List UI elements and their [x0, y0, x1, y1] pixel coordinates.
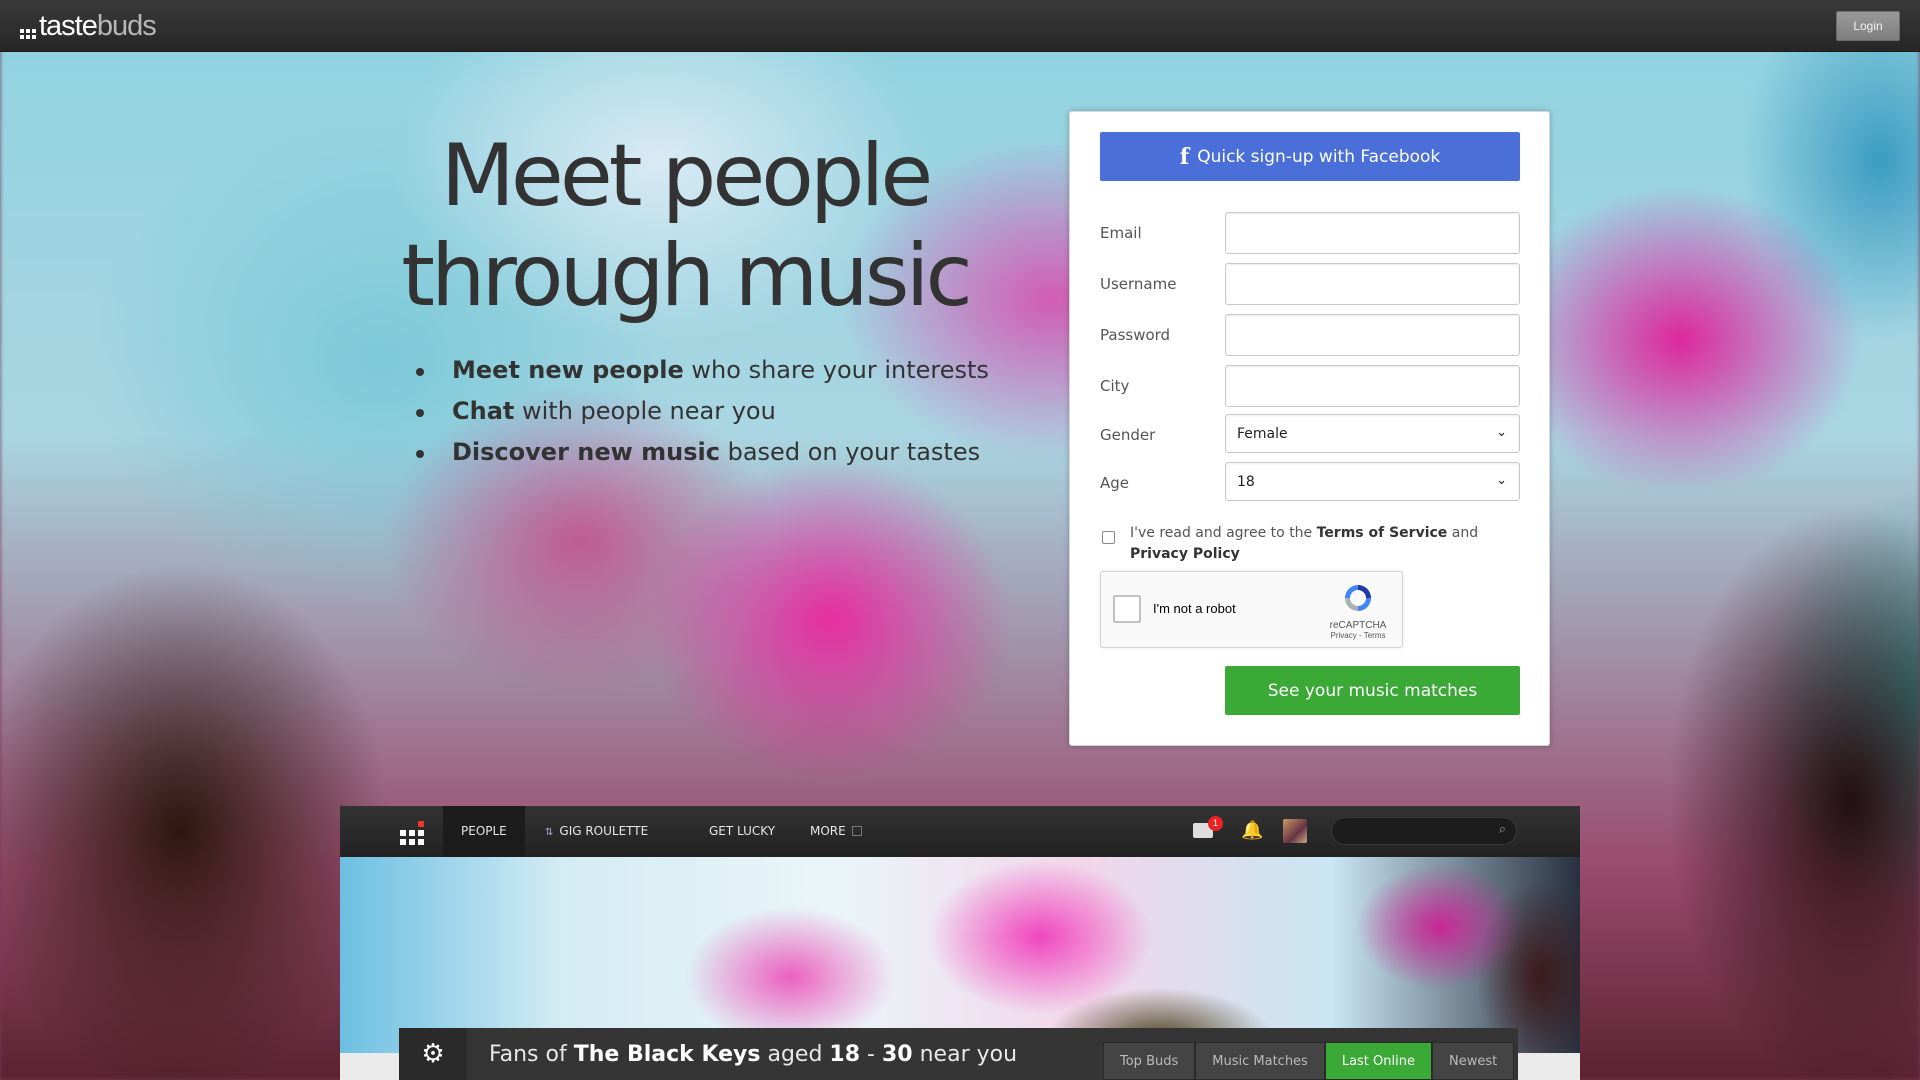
feature-item: Chat with people near you [416, 391, 989, 432]
terms-of-service-link[interactable]: Terms of Service [1317, 525, 1448, 541]
gender-select[interactable]: Female ⌄ [1225, 414, 1520, 453]
age-row: Age 18 ⌄ [1100, 462, 1520, 504]
chevron-down-icon: ⌄ [1496, 473, 1507, 488]
password-field[interactable] [1225, 314, 1520, 356]
age-label: Age [1100, 474, 1130, 492]
tab-get-lucky[interactable]: GET LUCKY [691, 806, 793, 857]
email-field[interactable] [1225, 212, 1520, 254]
recaptcha-terms-link[interactable]: Terms [1364, 631, 1386, 640]
signup-card: f Quick sign-up with Facebook Email User… [1069, 111, 1550, 746]
facebook-icon: f [1179, 143, 1190, 170]
tab-gig-roulette[interactable]: ⇅ GIG ROULETTE [527, 806, 666, 857]
filter-last-online[interactable]: Last Online [1324, 1042, 1432, 1080]
fans-heading: Fans of The Black Keys aged 18 - 30 near… [489, 1042, 1018, 1067]
city-field[interactable] [1225, 365, 1520, 407]
fans-filter-bar: ⚙ Fans of The Black Keys aged 18 - 30 ne… [399, 1028, 1518, 1080]
gender-row: Gender Female ⌄ [1100, 414, 1520, 456]
username-label: Username [1100, 275, 1177, 293]
hero-feature-list: Meet new people who share your interests… [416, 350, 989, 473]
feature-item: Meet new people who share your interests [416, 350, 989, 391]
preview-search-input[interactable]: ⌕ [1331, 817, 1517, 845]
age-select[interactable]: 18 ⌄ [1225, 462, 1520, 501]
tab-people[interactable]: PEOPLE [443, 806, 525, 857]
hero-title-line1: Meet people [440, 126, 934, 226]
username-row: Username [1100, 263, 1520, 305]
preview-banner-image [340, 857, 1580, 1053]
top-navbar: tastebuds Login [0, 0, 1920, 52]
facebook-signup-label: Quick sign-up with Facebook [1197, 146, 1441, 167]
chevron-down-icon: ⌄ [1496, 425, 1507, 440]
recaptcha-logo: reCAPTCHA Privacy - Terms [1326, 582, 1390, 640]
feature-item: Discover new music based on your tastes [416, 432, 989, 473]
email-label: Email [1100, 224, 1142, 242]
see-music-matches-button[interactable]: See your music matches [1225, 666, 1520, 715]
recaptcha-checkbox[interactable] [1113, 595, 1141, 623]
hero-title: Meet people through music [380, 126, 990, 326]
terms-checkbox[interactable] [1102, 531, 1115, 544]
recaptcha-label: I'm not a robot [1153, 601, 1236, 616]
recaptcha-privacy-link[interactable]: Privacy [1331, 631, 1357, 640]
age-value: 18 [1237, 473, 1255, 490]
privacy-policy-link[interactable]: Privacy Policy [1130, 546, 1240, 562]
bell-icon[interactable]: 🔔 [1241, 820, 1263, 841]
filter-music-matches[interactable]: Music Matches [1195, 1042, 1325, 1080]
hero-title-line2: through music [401, 226, 973, 326]
recaptcha-widget: I'm not a robot reCAPTCHA Privacy - Term… [1100, 571, 1403, 648]
more-dropdown-icon [851, 826, 862, 836]
terms-text: I've read and agree to the Terms of Serv… [1130, 525, 1479, 562]
logo-dots-icon [20, 23, 36, 39]
filter-top-buds[interactable]: Top Buds [1103, 1042, 1196, 1080]
password-label: Password [1100, 326, 1171, 344]
gender-label: Gender [1100, 426, 1156, 444]
tab-more[interactable]: MORE [792, 806, 880, 857]
gender-value: Female [1237, 425, 1288, 442]
login-button[interactable]: Login [1836, 11, 1900, 41]
password-row: Password [1100, 314, 1520, 356]
logo-text: tastebuds [39, 9, 157, 42]
preview-logo-icon[interactable] [400, 821, 424, 845]
email-row: Email [1100, 212, 1520, 254]
username-field[interactable] [1225, 263, 1520, 305]
city-label: City [1100, 377, 1130, 395]
filter-tabs: Top Buds Music Matches Last Online Newes… [1103, 1042, 1515, 1080]
preview-navbar: PEOPLE ⇅ GIG ROULETTE GET LUCKY MORE 1 🔔 … [340, 806, 1580, 857]
city-row: City [1100, 365, 1520, 407]
recaptcha-links: Privacy - Terms [1330, 631, 1386, 640]
app-preview: PEOPLE ⇅ GIG ROULETTE GET LUCKY MORE 1 🔔 … [340, 806, 1580, 1080]
mail-badge: 1 [1208, 816, 1223, 831]
gig-roulette-icon: ⇅ [545, 827, 554, 838]
recaptcha-brand: reCAPTCHA [1329, 620, 1387, 631]
gear-icon[interactable]: ⚙ [399, 1028, 467, 1080]
filter-newest[interactable]: Newest [1431, 1042, 1515, 1080]
avatar[interactable] [1283, 819, 1307, 843]
tastebuds-logo[interactable]: tastebuds [20, 9, 157, 42]
facebook-signup-button[interactable]: f Quick sign-up with Facebook [1100, 132, 1520, 181]
recaptcha-icon [1345, 585, 1371, 611]
search-icon: ⌕ [1498, 822, 1506, 837]
